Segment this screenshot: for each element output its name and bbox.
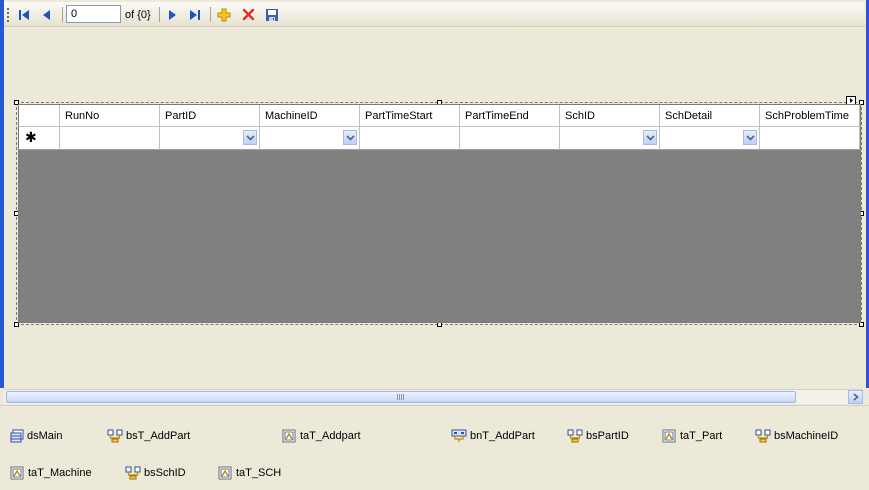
- component-label: bsMachineID: [774, 430, 839, 442]
- component-dsmain[interactable]: dsMain: [10, 428, 62, 444]
- cell-schdetail[interactable]: [660, 127, 760, 150]
- component-tat-sch[interactable]: taT_SCH: [218, 465, 281, 481]
- component-label: bsSchID: [144, 467, 186, 479]
- binding-source-icon: [567, 429, 583, 443]
- chevron-down-icon: [645, 134, 655, 141]
- new-row-header[interactable]: ✱: [19, 127, 60, 150]
- chevron-down-icon: [345, 134, 355, 141]
- binding-source-icon: [755, 429, 771, 443]
- binding-source-icon: [107, 429, 123, 443]
- grip-icon: [397, 394, 404, 400]
- cell-runno[interactable]: [60, 127, 160, 150]
- horizontal-scrollbar[interactable]: [4, 389, 863, 404]
- component-tat-addpart[interactable]: taT_Addpart: [282, 428, 361, 444]
- smart-tag-arrow-icon: [849, 98, 853, 103]
- combo-dropdown-button[interactable]: [343, 130, 357, 145]
- column-header-runno[interactable]: RunNo: [60, 105, 160, 127]
- component-tray: dsMain bsT_AddPart taT_Addpart bnT_AddPa…: [0, 405, 869, 490]
- table-adapter-icon: [282, 429, 296, 443]
- component-label: bnT_AddPart: [470, 430, 535, 442]
- table-adapter-icon: [662, 429, 676, 443]
- cell-machineid[interactable]: [260, 127, 360, 150]
- table-adapter-icon: [10, 466, 24, 480]
- combo-dropdown-button[interactable]: [643, 130, 657, 145]
- save-icon[interactable]: [262, 5, 282, 24]
- component-tat-part[interactable]: taT_Part: [662, 428, 722, 444]
- toolbar-separator: [210, 7, 211, 22]
- component-label: bsT_AddPart: [126, 430, 191, 442]
- table-adapter-icon: [218, 466, 232, 480]
- position-input[interactable]: [66, 5, 121, 23]
- scroll-right-button[interactable]: [848, 390, 863, 404]
- column-header-schproblemtime[interactable]: SchProblemTime: [760, 105, 860, 127]
- component-label: taT_Machine: [28, 467, 92, 479]
- component-label: taT_SCH: [236, 467, 282, 479]
- column-header-schdetail[interactable]: SchDetail: [660, 105, 760, 127]
- chevron-down-icon: [245, 134, 255, 141]
- move-last-icon[interactable]: [185, 5, 205, 24]
- column-header-schid[interactable]: SchID: [560, 105, 660, 127]
- dataset-icon: [10, 429, 24, 443]
- component-bspartid[interactable]: bsPartID: [567, 428, 629, 444]
- toolbar-separator: [62, 7, 63, 22]
- delete-icon[interactable]: [238, 5, 258, 24]
- count-label: of {0}: [125, 9, 151, 21]
- component-label: bsPartID: [586, 430, 629, 442]
- binding-navigator-toolbar: of {0}: [4, 2, 865, 27]
- component-bsschid[interactable]: bsSchID: [125, 465, 186, 481]
- cell-parttimeend[interactable]: [460, 127, 560, 150]
- component-tat-machine[interactable]: taT_Machine: [10, 465, 92, 481]
- data-grid-view[interactable]: RunNo PartID MachineID PartTimeStart Par…: [18, 104, 861, 323]
- chevron-right-icon: [852, 393, 859, 401]
- column-header-parttimestart[interactable]: PartTimeStart: [360, 105, 460, 127]
- binding-source-icon: [125, 466, 141, 480]
- component-bsmachineid[interactable]: bsMachineID: [755, 428, 838, 444]
- column-header-machineid[interactable]: MachineID: [260, 105, 360, 127]
- component-label: taT_Part: [680, 430, 723, 442]
- binding-navigator-icon: [451, 429, 467, 442]
- column-header-partid[interactable]: PartID: [160, 105, 260, 127]
- cell-parttimestart[interactable]: [360, 127, 460, 150]
- add-new-icon[interactable]: [214, 5, 234, 24]
- move-first-icon[interactable]: [14, 5, 34, 24]
- cell-schid[interactable]: [560, 127, 660, 150]
- column-header-parttimeend[interactable]: PartTimeEnd: [460, 105, 560, 127]
- component-bst-addpart[interactable]: bsT_AddPart: [107, 428, 190, 444]
- combo-dropdown-button[interactable]: [743, 130, 757, 145]
- toolbar-grip[interactable]: [6, 5, 10, 24]
- toolbar-separator: [159, 7, 160, 22]
- component-label: taT_Addpart: [300, 430, 361, 442]
- cell-schproblemtime[interactable]: [760, 127, 860, 150]
- move-previous-icon[interactable]: [37, 5, 57, 24]
- move-next-icon[interactable]: [162, 5, 182, 24]
- component-bnt-addpart[interactable]: bnT_AddPart: [451, 428, 535, 444]
- cell-partid[interactable]: [160, 127, 260, 150]
- scrollbar-thumb[interactable]: [6, 391, 796, 403]
- chevron-down-icon: [745, 134, 755, 141]
- component-label: dsMain: [27, 430, 63, 442]
- combo-dropdown-button[interactable]: [243, 130, 257, 145]
- row-header-corner: [19, 105, 60, 127]
